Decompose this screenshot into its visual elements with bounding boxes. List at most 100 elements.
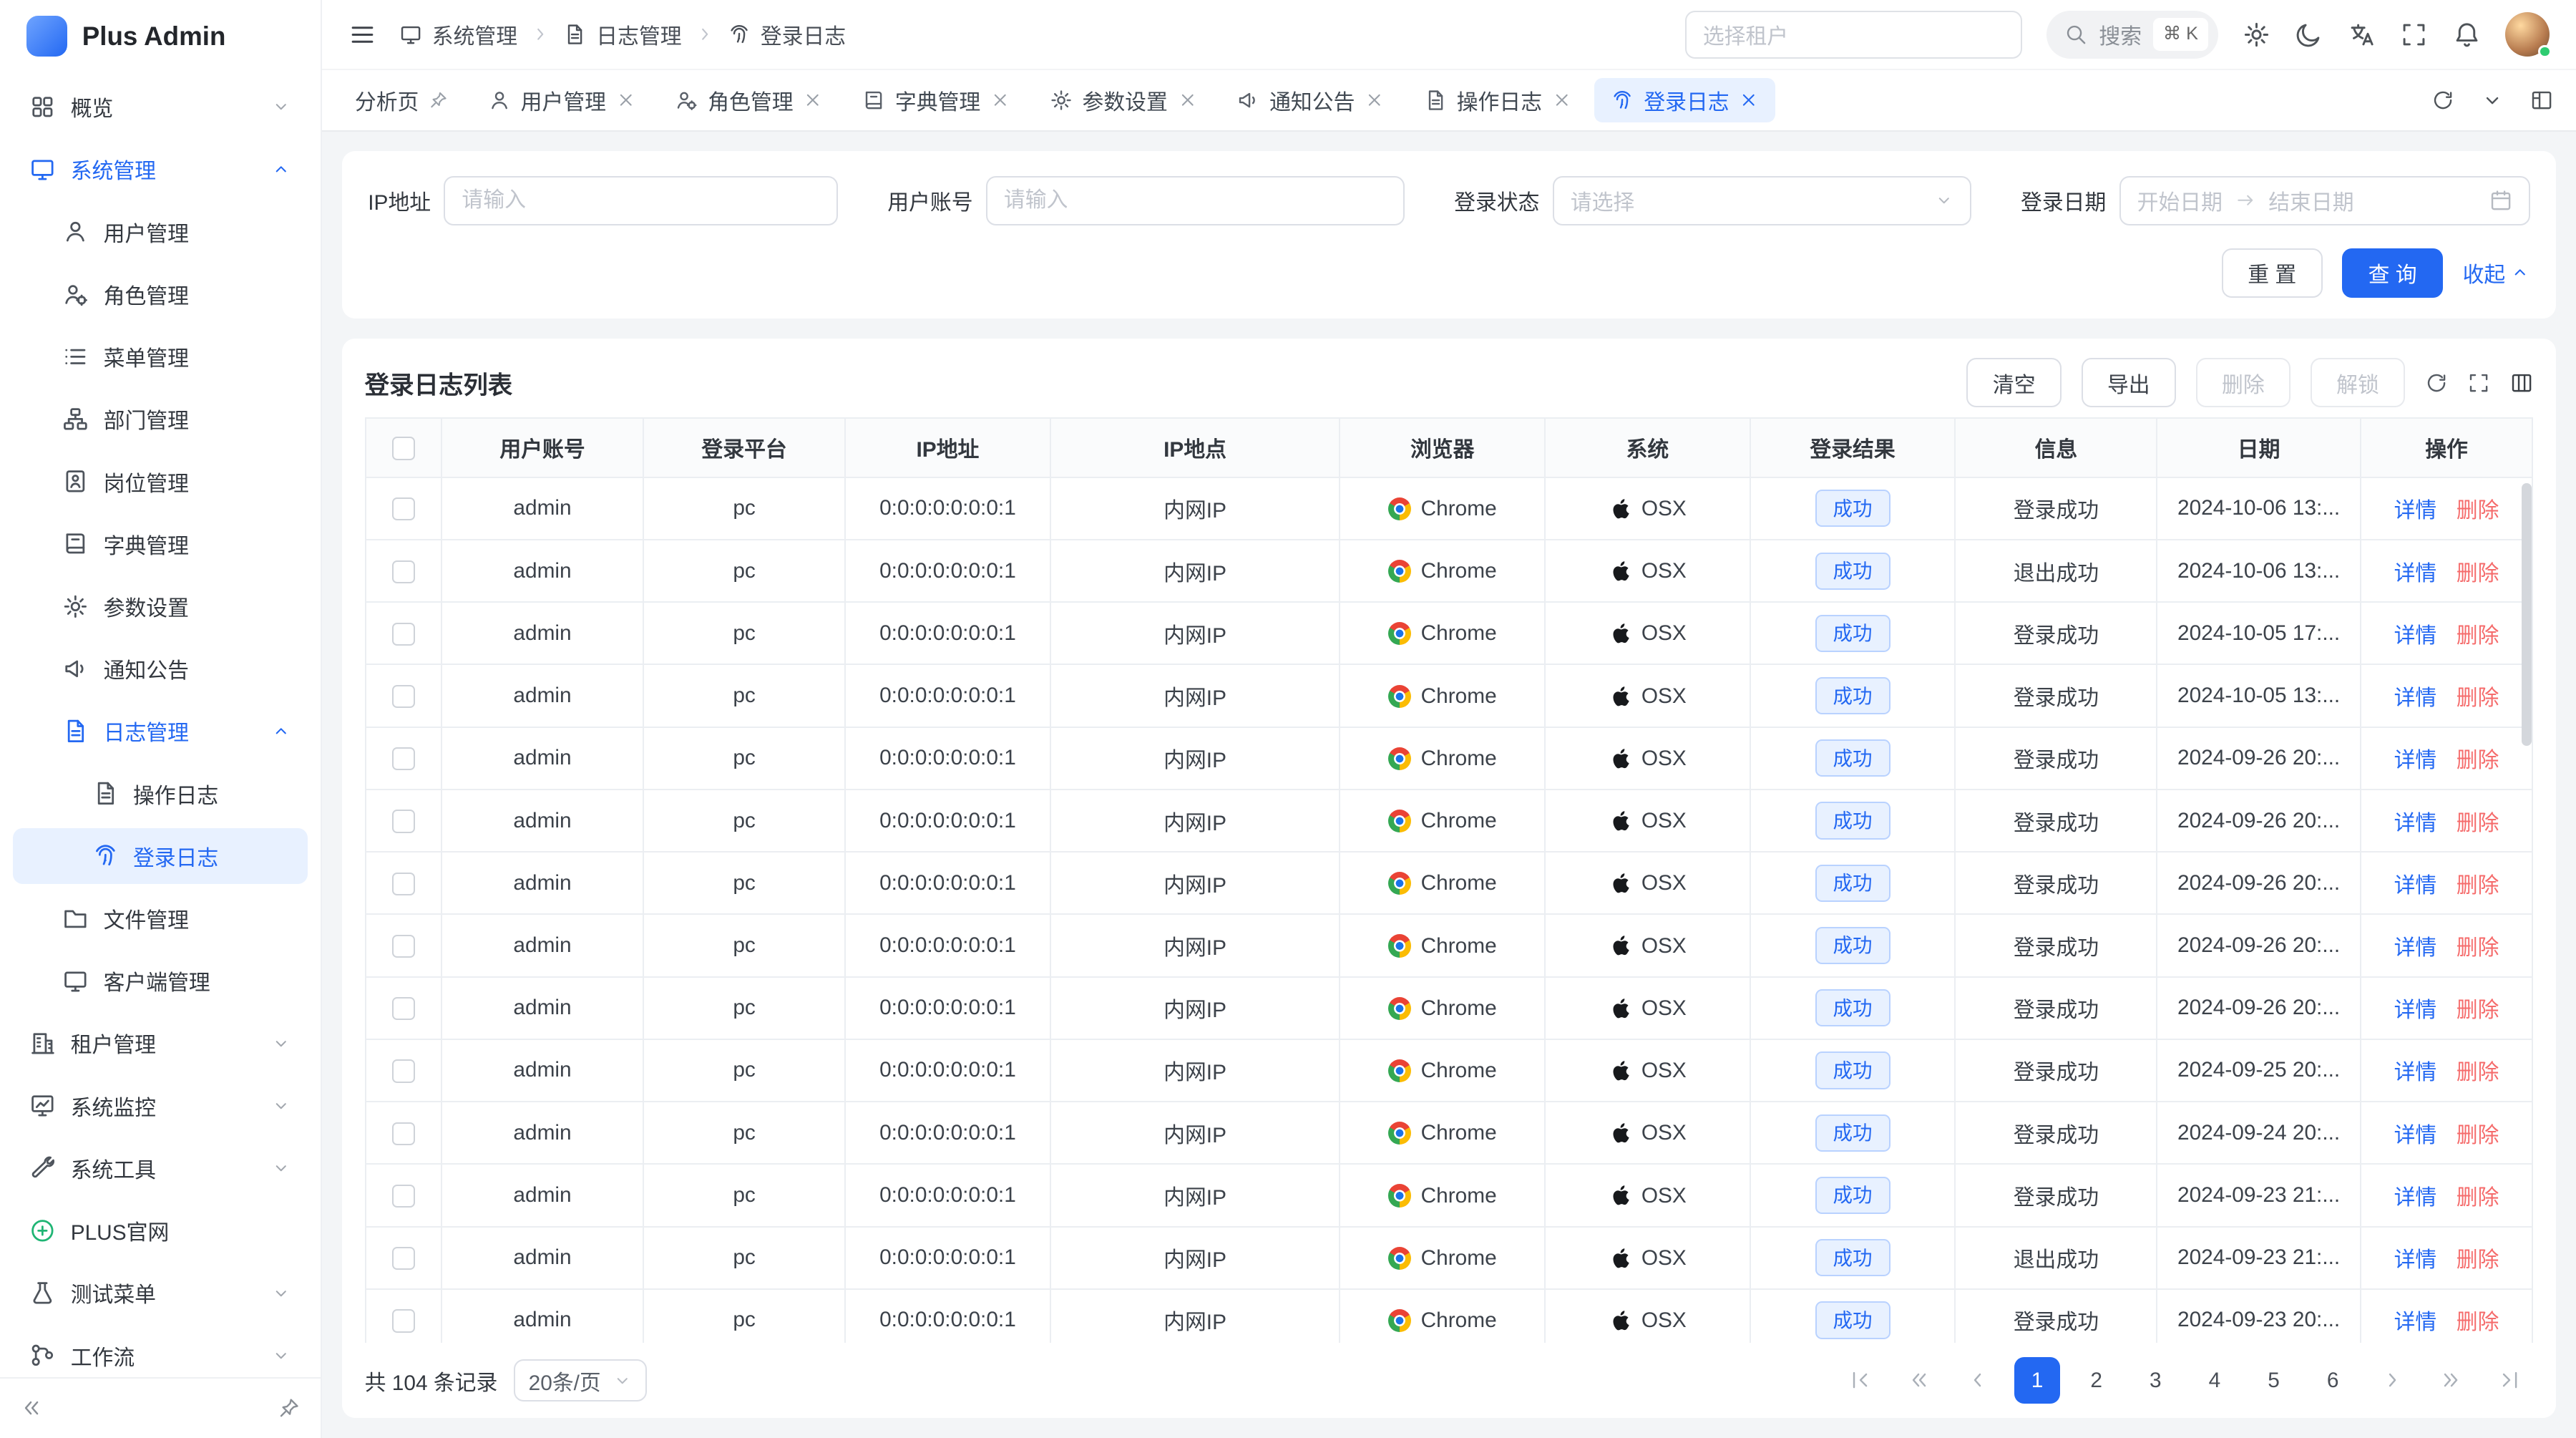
- row-checkbox[interactable]: [392, 685, 415, 708]
- breadcrumb-item[interactable]: 登录日志: [728, 19, 846, 50]
- row-checkbox[interactable]: [392, 810, 415, 832]
- detail-link[interactable]: 详情: [2394, 1186, 2437, 1210]
- ip-input[interactable]: [444, 176, 838, 225]
- detail-link[interactable]: 详情: [2394, 1061, 2437, 1084]
- sidebar-item-logmgr[interactable]: 日志管理: [13, 703, 307, 759]
- pin-icon[interactable]: [429, 90, 449, 110]
- notifications-button[interactable]: [2453, 21, 2481, 49]
- dark-mode-button[interactable]: [2295, 21, 2323, 49]
- layout-button[interactable]: [2530, 89, 2553, 112]
- delete-link[interactable]: 删除: [2457, 499, 2499, 523]
- table-refresh-button[interactable]: [2425, 371, 2448, 394]
- sidebar-item-plus-site[interactable]: PLUS官网: [13, 1203, 307, 1258]
- detail-link[interactable]: 详情: [2394, 999, 2437, 1022]
- query-button[interactable]: 查 询: [2342, 248, 2443, 298]
- detail-link[interactable]: 详情: [2394, 499, 2437, 523]
- prev-page-button[interactable]: [1955, 1357, 2001, 1403]
- settings-button[interactable]: [2243, 21, 2270, 49]
- sidebar-item-dict[interactable]: 字典管理: [13, 516, 307, 572]
- detail-link[interactable]: 详情: [2394, 562, 2437, 586]
- row-checkbox[interactable]: [392, 1122, 415, 1145]
- sidebar-item-workflow[interactable]: 工作流: [13, 1328, 307, 1377]
- sidebar-collapse-button[interactable]: [20, 1396, 43, 1419]
- page-button-6[interactable]: 6: [2310, 1357, 2356, 1403]
- sidebar-item-dept[interactable]: 部门管理: [13, 391, 307, 447]
- page-button-1[interactable]: 1: [2014, 1357, 2060, 1403]
- delete-link[interactable]: 删除: [2457, 686, 2499, 710]
- prev-group-button[interactable]: [1896, 1357, 1942, 1403]
- refresh-page-button[interactable]: [2431, 89, 2454, 112]
- sidebar-item-testmenu[interactable]: 测试菜单: [13, 1265, 307, 1321]
- delete-link[interactable]: 删除: [2457, 1311, 2499, 1334]
- delete-link[interactable]: 删除: [2457, 749, 2499, 772]
- detail-link[interactable]: 详情: [2394, 1248, 2437, 1272]
- collapse-filter-link[interactable]: 收起: [2463, 257, 2530, 288]
- page-button-4[interactable]: 4: [2192, 1357, 2238, 1403]
- row-checkbox[interactable]: [392, 623, 415, 646]
- row-checkbox[interactable]: [392, 1059, 415, 1082]
- fullscreen-button[interactable]: [2400, 21, 2428, 49]
- delete-link[interactable]: 删除: [2457, 1248, 2499, 1272]
- user-avatar[interactable]: [2505, 12, 2550, 57]
- select-all-checkbox[interactable]: [392, 437, 415, 460]
- sidebar-item-post[interactable]: 岗位管理: [13, 454, 307, 510]
- delete-link[interactable]: 删除: [2457, 1061, 2499, 1084]
- tab-6[interactable]: 操作日志: [1407, 78, 1588, 122]
- page-button-2[interactable]: 2: [2074, 1357, 2119, 1403]
- tenant-select[interactable]: 选择租户: [1685, 11, 2022, 59]
- tab-1[interactable]: 用户管理: [472, 78, 652, 122]
- delete-link[interactable]: 删除: [2457, 999, 2499, 1022]
- detail-link[interactable]: 详情: [2394, 874, 2437, 898]
- detail-link[interactable]: 详情: [2394, 812, 2437, 835]
- tab-7[interactable]: 登录日志: [1594, 78, 1775, 122]
- next-group-button[interactable]: [2428, 1357, 2474, 1403]
- clear-button[interactable]: 清空: [1966, 358, 2062, 407]
- sidebar-item-role[interactable]: 角色管理: [13, 266, 307, 322]
- delete-link[interactable]: 删除: [2457, 936, 2499, 960]
- row-checkbox[interactable]: [392, 873, 415, 895]
- delete-link[interactable]: 删除: [2457, 624, 2499, 648]
- sidebar-item-overview[interactable]: 概览: [13, 79, 307, 135]
- detail-link[interactable]: 详情: [2394, 749, 2437, 772]
- sidebar-item-oplog[interactable]: 操作日志: [13, 766, 307, 822]
- sidebar-item-loginlog[interactable]: 登录日志: [13, 828, 307, 884]
- close-icon[interactable]: [1552, 90, 1572, 110]
- row-checkbox[interactable]: [392, 747, 415, 770]
- close-icon[interactable]: [616, 90, 636, 110]
- close-icon[interactable]: [803, 90, 823, 110]
- breadcrumb-item[interactable]: 日志管理: [563, 19, 681, 50]
- column-settings-button[interactable]: [2510, 371, 2533, 394]
- tab-0[interactable]: 分析页: [338, 78, 465, 122]
- tab-3[interactable]: 字典管理: [846, 78, 1026, 122]
- delete-link[interactable]: 删除: [2457, 812, 2499, 835]
- sidebar-item-param[interactable]: 参数设置: [13, 578, 307, 634]
- detail-link[interactable]: 详情: [2394, 686, 2437, 710]
- row-checkbox[interactable]: [392, 997, 415, 1020]
- scrollbar-thumb[interactable]: [2522, 483, 2532, 746]
- page-button-5[interactable]: 5: [2250, 1357, 2296, 1403]
- close-icon[interactable]: [1739, 90, 1759, 110]
- sidebar-item-tenant[interactable]: 租户管理: [13, 1015, 307, 1071]
- reset-button[interactable]: 重 置: [2222, 248, 2323, 298]
- unlock-button[interactable]: 解锁: [2311, 358, 2406, 407]
- close-icon[interactable]: [1365, 90, 1385, 110]
- row-checkbox[interactable]: [392, 935, 415, 958]
- export-button[interactable]: 导出: [2082, 358, 2177, 407]
- sidebar-item-file[interactable]: 文件管理: [13, 890, 307, 946]
- table-scrollbar[interactable]: [2520, 477, 2533, 1343]
- tab-menu-button[interactable]: [2481, 89, 2504, 112]
- page-size-select[interactable]: 20条/页: [514, 1359, 646, 1402]
- menu-toggle-button[interactable]: [348, 21, 376, 49]
- detail-link[interactable]: 详情: [2394, 1311, 2437, 1334]
- sidebar-item-user[interactable]: 用户管理: [13, 204, 307, 260]
- global-search[interactable]: 搜索 ⌘ K: [2046, 11, 2218, 59]
- detail-link[interactable]: 详情: [2394, 624, 2437, 648]
- delete-link[interactable]: 删除: [2457, 562, 2499, 586]
- row-checkbox[interactable]: [392, 1185, 415, 1208]
- page-button-3[interactable]: 3: [2132, 1357, 2178, 1403]
- delete-link[interactable]: 删除: [2457, 1186, 2499, 1210]
- close-icon[interactable]: [990, 90, 1010, 110]
- row-checkbox[interactable]: [392, 1309, 415, 1332]
- sidebar-item-systools[interactable]: 系统工具: [13, 1140, 307, 1196]
- delete-link[interactable]: 删除: [2457, 874, 2499, 898]
